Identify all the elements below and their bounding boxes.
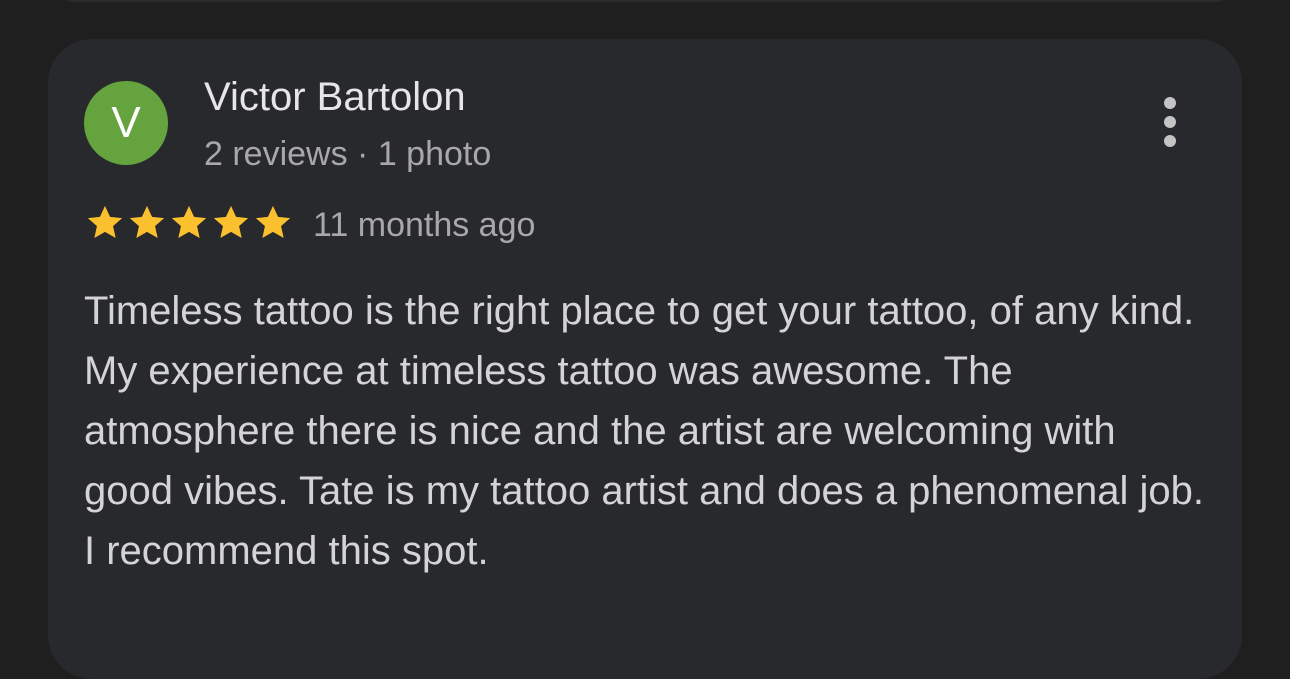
star-icon (213, 205, 249, 239)
review-time: 11 months ago (313, 206, 536, 244)
star-icon (129, 205, 165, 239)
star-icon (255, 205, 291, 239)
review-text: Timeless tattoo is the right place to ge… (84, 289, 1204, 573)
avatar[interactable]: V (84, 81, 168, 165)
more-options-button[interactable] (1150, 94, 1190, 150)
author-meta: 2 reviews · 1 photo (204, 135, 492, 173)
author-name[interactable]: Victor Bartolon (204, 74, 466, 120)
more-vertical-icon (1164, 97, 1176, 147)
star-icon (87, 205, 123, 239)
previous-review-card (48, 0, 1242, 2)
star-icon (171, 205, 207, 239)
star-rating (84, 202, 294, 246)
